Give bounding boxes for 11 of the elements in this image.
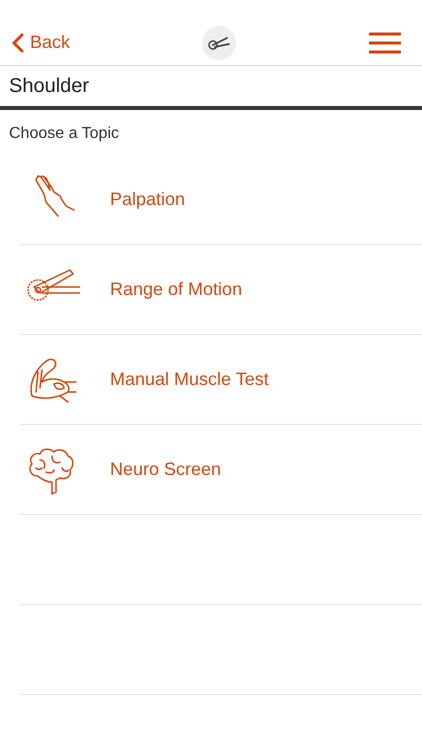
topic-link[interactable]: Neuro Screen (110, 456, 222, 483)
app-logo-icon (202, 26, 236, 60)
back-button[interactable]: Back (12, 29, 70, 56)
chevron-left-icon (12, 32, 24, 52)
menu-icon (369, 32, 401, 54)
topic-link[interactable]: Range of Motion (110, 276, 242, 303)
page-title: Shoulder (9, 74, 90, 99)
topic-link[interactable]: Manual Muscle Test (110, 366, 269, 393)
topic-link[interactable]: Palpation (110, 186, 186, 213)
section-heading: Choose a Topic (9, 124, 119, 144)
menu-button[interactable] (368, 30, 402, 56)
